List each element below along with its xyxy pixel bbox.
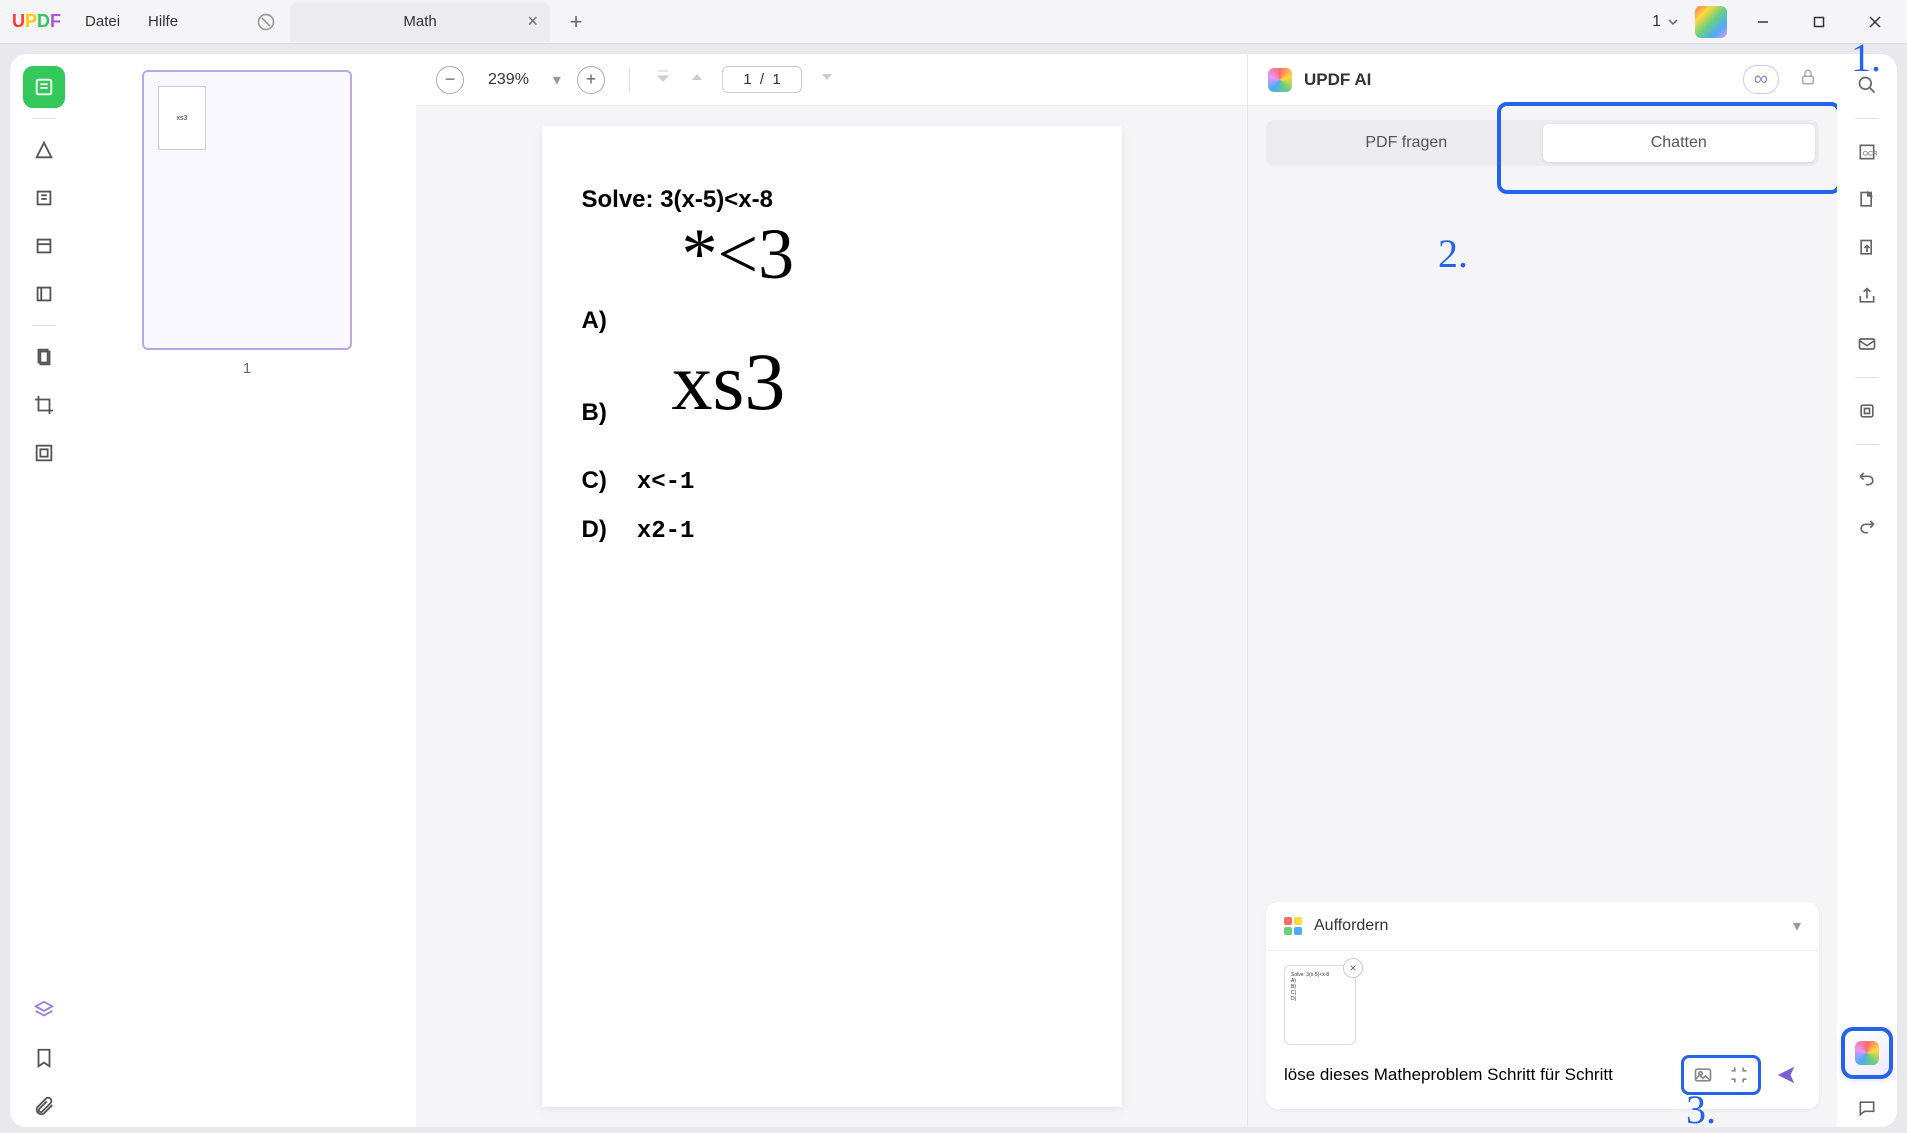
ocr-button[interactable]: OCR [1848,133,1886,171]
maximize-button[interactable] [1799,7,1839,37]
document-toolbar: − 239% ▾ + [416,54,1247,106]
right-toolbar: OCR 1. [1837,54,1897,1127]
tab-chatten[interactable]: Chatten [1543,124,1816,162]
pdf-option-c-value: x<-1 [637,469,695,496]
remove-attachment-button[interactable]: × [1343,958,1363,978]
document-tab[interactable]: Math × [290,2,550,42]
zoom-level: 239% [488,71,529,89]
pdf-question: Solve: 3(x-5)<x-8 [582,186,1082,214]
convert-button[interactable] [1848,181,1886,219]
pdf-page: Solve: 3(x-5)<x-8 *<3 A) xs3 B) C)x<-1 D… [542,126,1122,1107]
close-window-button[interactable] [1855,7,1895,37]
menu-file[interactable]: Datei [85,13,120,30]
svg-text:OCR: OCR [1863,150,1877,157]
image-upload-button[interactable] [1688,1060,1718,1090]
layers-tool[interactable] [23,989,65,1031]
page-number-input[interactable] [722,66,802,93]
comments-panel-button[interactable] [1848,1089,1886,1127]
new-tab-button[interactable]: + [558,4,594,40]
account-icon[interactable] [1695,6,1727,38]
attachment-tool[interactable] [23,1085,65,1127]
minimize-button[interactable] [1743,7,1783,37]
lock-icon[interactable] [1799,68,1817,91]
tab-pdf-fragen[interactable]: PDF fragen [1270,124,1543,162]
first-page-button[interactable] [654,68,672,91]
zoom-dropdown[interactable]: ▾ [553,70,561,90]
redo-button[interactable] [1848,507,1886,545]
edit-tool[interactable] [23,177,65,219]
ai-input-container: Auffordern ▾ Solve: 3(x-5)<x-8 A) B) C) … [1266,902,1819,1109]
export-button[interactable] [1848,229,1886,267]
send-button[interactable] [1771,1060,1801,1090]
pdf-option-c-label: C) [582,467,607,495]
chat-message-input[interactable] [1284,1065,1671,1085]
ai-tabs: PDF fragen Chatten [1248,106,1837,166]
thumbnail-page-number: 1 [243,360,251,377]
annotation-box-3 [1681,1055,1761,1095]
organize-tool[interactable] [23,225,65,267]
pdf-option-b-label: B) [582,399,1082,427]
pdf-symbol-1: *<3 [682,222,1082,287]
document-area: − 239% ▾ + Solve: 3(x-5)<x-8 *<3 A) xs3 … [416,54,1247,1127]
open-docs-dropdown[interactable]: 1 [1652,13,1679,31]
ai-chat-body: 2. 3. [1248,166,1837,902]
ai-header: UPDF AI ∞ [1248,54,1837,106]
open-docs-count: 1 [1652,13,1661,31]
bookmark-tool[interactable] [23,1037,65,1079]
menu-help[interactable]: Hilfe [148,13,178,30]
reader-tool[interactable] [23,66,65,108]
left-toolbar [10,54,78,1127]
ai-panel-title: UPDF AI [1304,70,1371,90]
pdf-option-d-value: x2-1 [637,518,695,545]
crop-tool[interactable] [23,384,65,426]
share-button[interactable] [1848,277,1886,315]
tab-title: Math [403,13,436,30]
page-thumbnail[interactable]: xs3 [142,70,352,350]
tab-bar: Math × + [246,2,594,42]
home-tab-icon[interactable] [246,2,286,42]
pdf-option-d-label: D) [582,516,607,544]
prompt-grid-icon [1284,917,1302,935]
app-logo: UPDF [12,11,61,32]
infinity-badge-icon[interactable]: ∞ [1743,65,1779,94]
search-button[interactable] [1848,66,1886,104]
comment-tool[interactable] [23,129,65,171]
email-button[interactable] [1848,325,1886,363]
attached-image-thumbnail[interactable]: Solve: 3(x-5)<x-8 A) B) C) D) × [1284,965,1356,1045]
form-tool[interactable] [23,273,65,315]
annotation-number-2: 2. [1438,230,1468,277]
prompt-label: Auffordern [1314,917,1388,935]
document-scroll[interactable]: Solve: 3(x-5)<x-8 *<3 A) xs3 B) C)x<-1 D… [416,106,1247,1127]
redact-tool[interactable] [23,432,65,474]
prev-page-button[interactable] [688,68,706,91]
compress-button[interactable] [1848,392,1886,430]
thumbnail-panel: xs3 1 [78,54,416,1127]
chevron-down-icon: ▾ [1793,916,1801,936]
screenshot-button[interactable] [1724,1060,1754,1090]
titlebar: UPDF Datei Hilfe Math × + 1 [0,0,1907,44]
close-tab-icon[interactable]: × [528,11,539,32]
prompt-selector[interactable]: Auffordern ▾ [1266,902,1819,951]
pages-tool[interactable] [23,336,65,378]
undo-button[interactable] [1848,459,1886,497]
pdf-option-a-label: A) [582,307,1082,335]
ai-assistant-button[interactable] [1841,1027,1893,1079]
zoom-in-button[interactable]: + [577,66,605,94]
attachment-preview-text: Solve: 3(x-5)<x-8 A) B) C) D) [1291,972,1329,1002]
ai-panel: UPDF AI ∞ PDF fragen Chatten 2. 3. Auffo… [1247,54,1837,1127]
thumbnail-mini: xs3 [158,86,206,150]
next-page-button[interactable] [818,68,836,91]
updf-ai-logo-icon [1268,68,1292,92]
zoom-out-button[interactable]: − [436,66,464,94]
